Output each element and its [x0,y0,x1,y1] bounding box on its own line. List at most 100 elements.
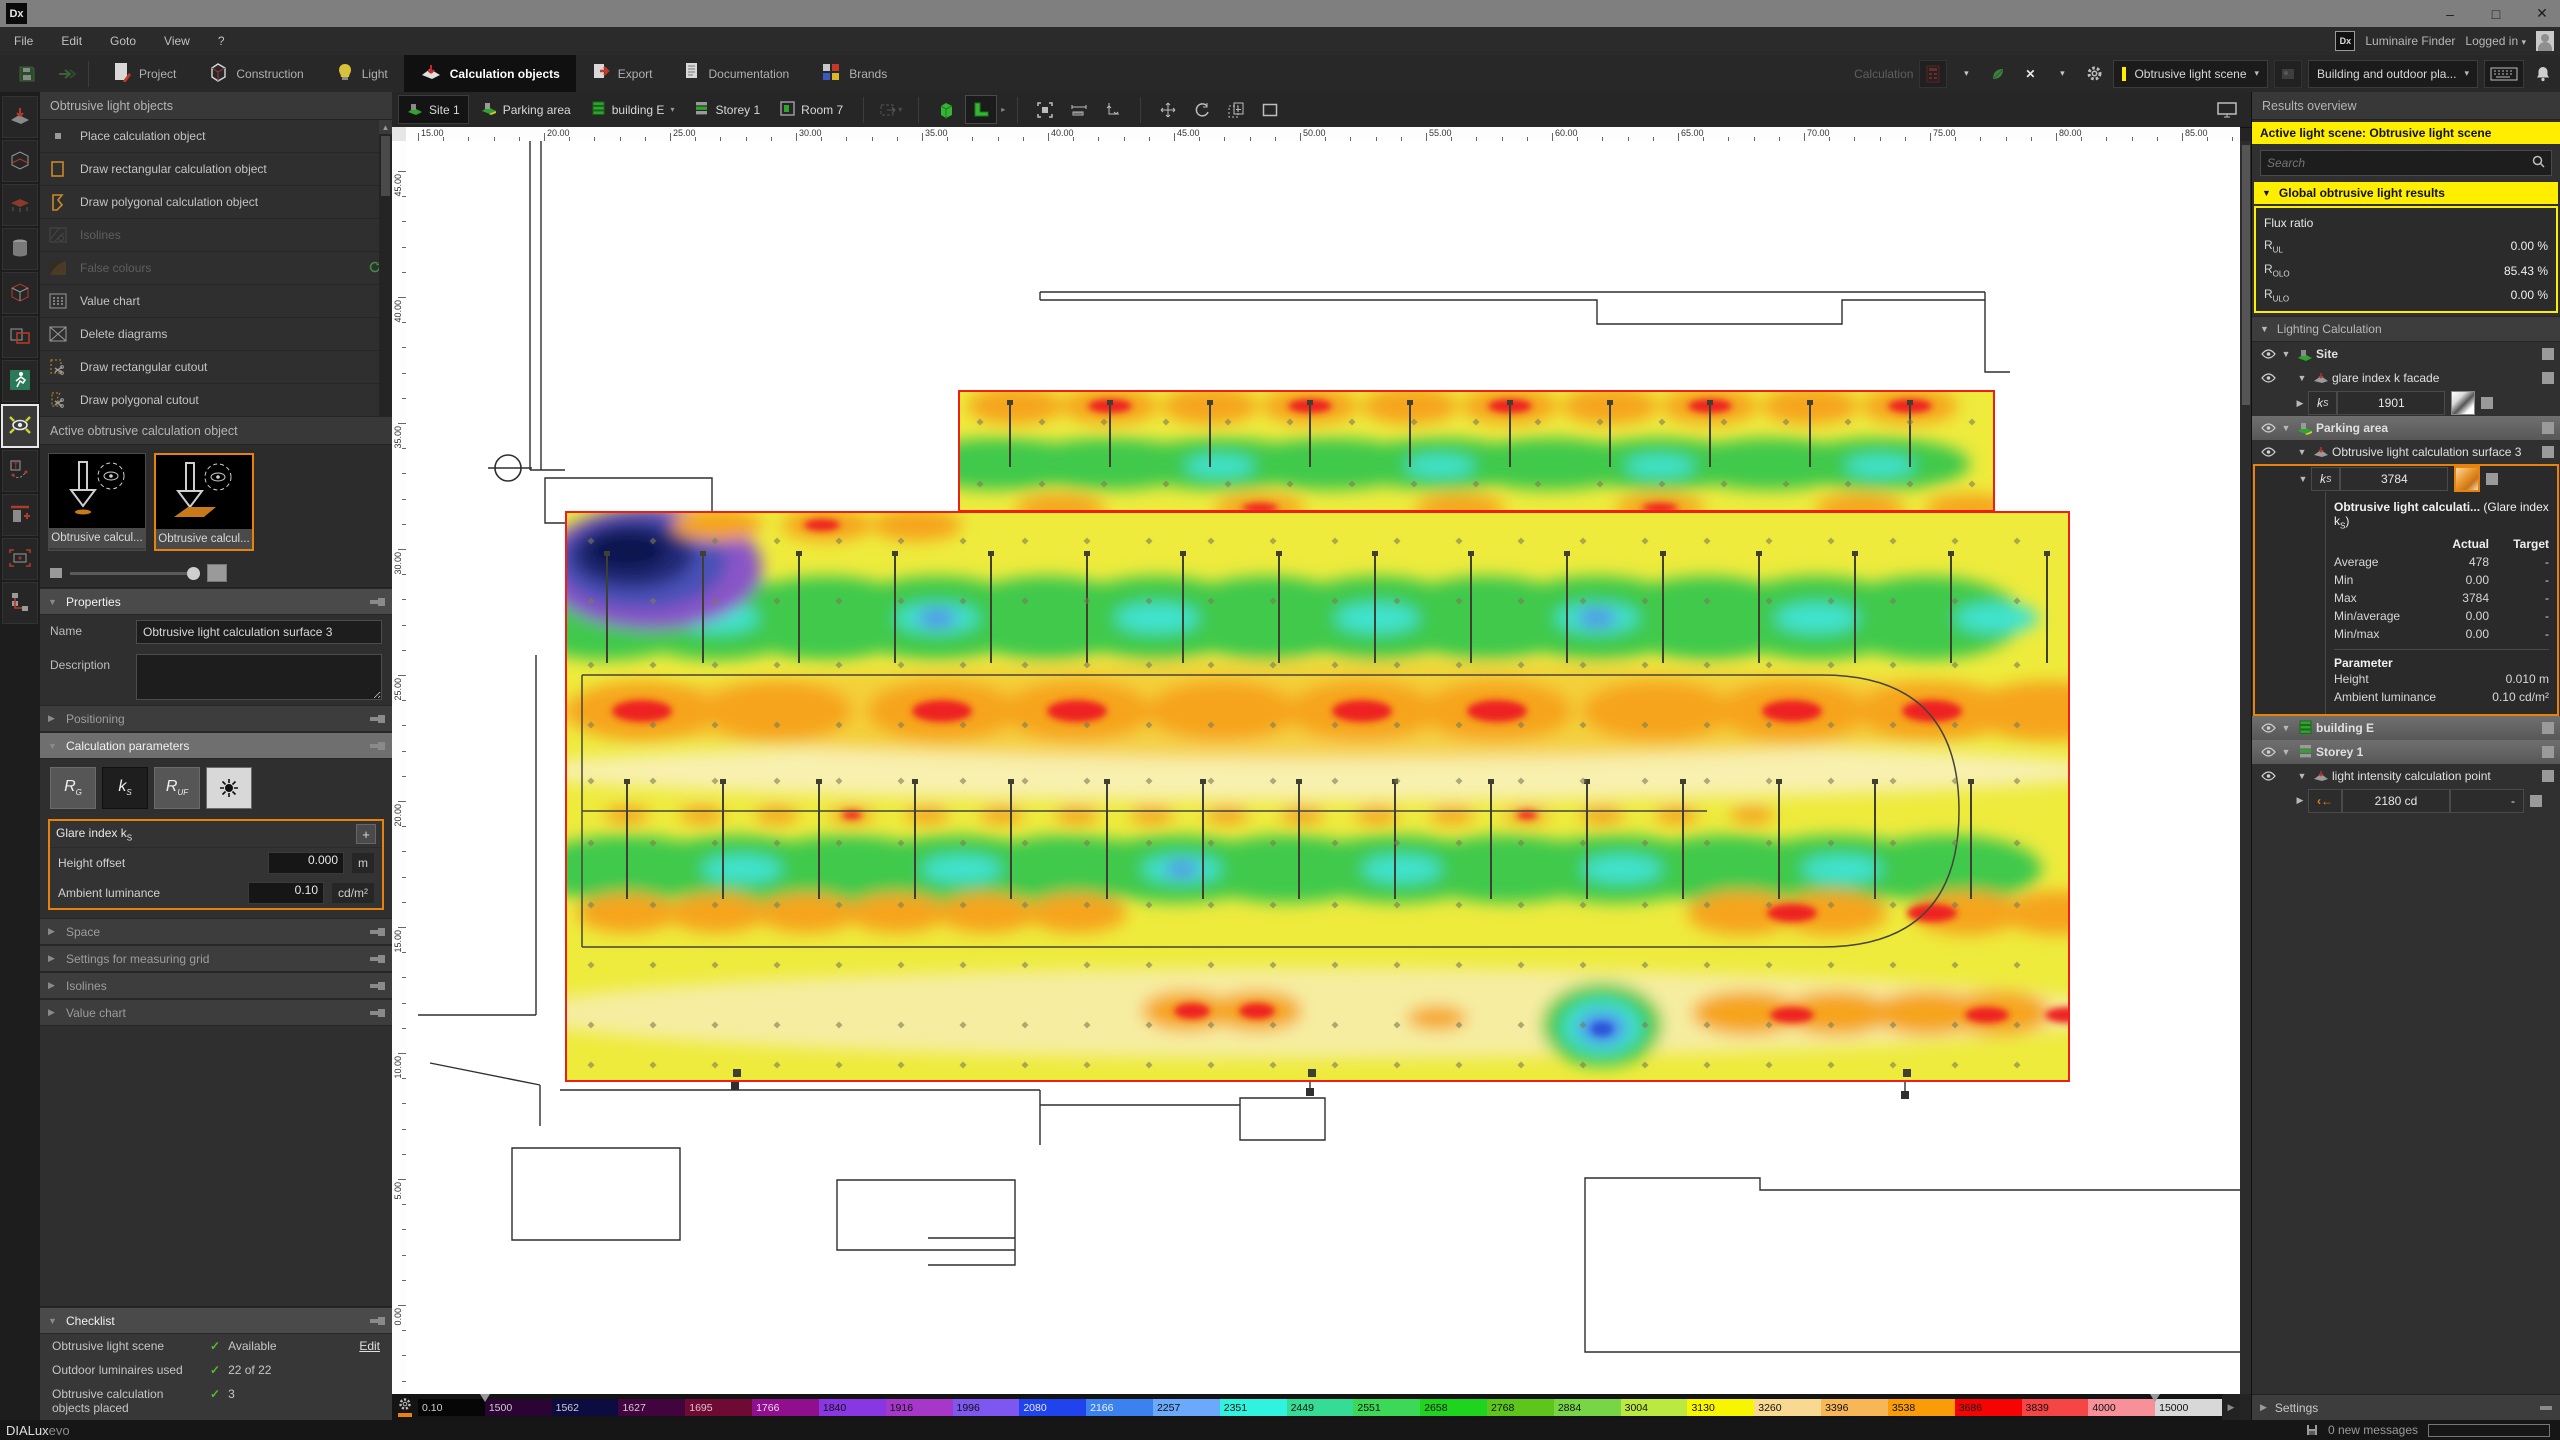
luminaire-finder-link[interactable]: Luminaire Finder [2365,34,2455,48]
tree-row-light-intensity-calculation-point[interactable]: ▼light intensity calculation point [2252,764,2560,788]
scale-segment-1500[interactable]: 1500 [485,1399,552,1416]
calculation-settings-gear-icon[interactable] [2081,61,2107,87]
menu-item-view[interactable]: View [150,34,204,48]
display-checkbox[interactable] [2542,422,2554,434]
glare-observer-tool[interactable] [1,404,39,448]
add-glare-index-button[interactable]: + [356,824,376,844]
isolines-section-header[interactable]: ▶Isolines [40,972,392,999]
space-section-header[interactable]: ▶Space [40,918,392,945]
visibility-eye-icon[interactable] [2258,771,2278,781]
redo-button[interactable] [54,61,80,87]
expand-arrow[interactable]: ▼ [2294,771,2310,781]
capture-region-tool[interactable] [2,538,38,580]
display-monitor-button[interactable] [2212,96,2242,123]
tree-row-site[interactable]: ▼Site [2252,342,2560,366]
hierarchy-tool[interactable] [2,582,38,624]
zoom-fit-button[interactable] [1030,96,1060,123]
plan-view-button[interactable] [965,95,997,124]
tool-draw-rectangular-cutout[interactable]: Draw rectangular cutout [40,351,392,384]
close-button[interactable]: ✕ [2532,5,2552,22]
energy-leaf-icon[interactable] [1985,61,2011,87]
selected-result-block[interactable]: ▼kS3784Obtrusive light calculati... (Gla… [2253,464,2559,715]
selection-tool-button[interactable]: ▾ [876,96,906,123]
menu-item-edit[interactable]: Edit [47,34,96,48]
save-button[interactable] [14,61,40,87]
scale-segment-0.10[interactable]: 0.10 [418,1399,485,1416]
tab-project[interactable]: Project [97,55,192,92]
scale-segment-1562[interactable]: 1562 [552,1399,619,1416]
scale-segment-2080[interactable]: 2080 [1019,1399,1086,1416]
calculation-surface-tool[interactable] [2,96,38,138]
calculation-open-room-tool[interactable] [2,272,38,314]
minimize-button[interactable]: – [2440,6,2460,22]
scale-next-button[interactable]: ▶ [2222,1394,2240,1420]
expand-arrow[interactable]: ▼ [2278,723,2294,733]
scale-segment-3538[interactable]: 3538 [1888,1399,1955,1416]
expand-arrow[interactable]: ▼ [2294,447,2310,457]
results-search-input[interactable] [2261,156,2526,170]
scale-segment-3839[interactable]: 3839 [2022,1399,2089,1416]
light-scene-selector[interactable]: Obtrusive light scene ▾ [2113,60,2268,88]
tool-isolines[interactable]: Isolines [40,219,392,252]
breadcrumb-room-7[interactable]: Room 7 [772,96,851,123]
tree-row-storey-1[interactable]: ▼Storey 1 [2252,740,2560,764]
tab-export[interactable]: Export [576,55,669,92]
expand-arrow[interactable]: ▼ [2278,747,2294,757]
visibility-eye-icon[interactable] [2258,349,2278,359]
height-offset-field[interactable]: 0.000 [268,852,344,874]
text-annotation-tool[interactable]: T [2,450,38,492]
tool-value-chart[interactable]: Value chart [40,285,392,318]
expand-arrow[interactable]: ▼ [2294,373,2310,383]
tab-light[interactable]: Light [320,55,404,92]
tree-row-parking-area[interactable]: ▼Parking area [2252,416,2560,440]
daylight-param-button[interactable] [206,767,252,809]
breadcrumb-parking-area[interactable]: Parking area [473,96,579,123]
heatmap-top-strip[interactable] [958,390,1995,512]
properties-section-header[interactable]: ▼Properties [40,588,392,615]
breadcrumb-storey-1[interactable]: Storey 1 [686,96,768,123]
view-mode-selector[interactable]: Building and outdoor pla... ▾ [2308,60,2478,88]
user-avatar[interactable] [2536,31,2554,51]
add-surface-tool[interactable] [2,494,38,536]
object-thumbnail-2[interactable]: Obtrusive calcul... [154,453,254,551]
tab-construction[interactable]: Construction [192,55,319,92]
scale-segment-2449[interactable]: 2449 [1287,1399,1354,1416]
measuring-grid-section-header[interactable]: ▶Settings for measuring grid [40,945,392,972]
thumbnail-size-slider[interactable] [40,559,392,588]
notifications-bell-icon[interactable] [2530,61,2556,87]
expand-arrow[interactable]: ▶ [2292,398,2308,409]
calculation-furniture-tool[interactable] [2,184,38,226]
scale-min-marker[interactable] [480,1394,490,1402]
lighting-calculation-header[interactable]: ▼Lighting Calculation [2252,316,2560,342]
scale-segment-1840[interactable]: 1840 [819,1399,886,1416]
menu-item-goto[interactable]: Goto [96,34,150,48]
visibility-eye-icon[interactable] [2258,747,2278,757]
result-row-ks-selected[interactable]: ▼kS3784 [2255,466,2557,492]
size-slider-handle[interactable] [187,567,200,580]
scale-segment-2884[interactable]: 2884 [1554,1399,1621,1416]
tab-documentation[interactable]: Documentation [668,55,805,92]
tool-draw-rectangular-calculation-object[interactable]: Draw rectangular calculation object [40,153,392,186]
param-button-rg[interactable]: RG [50,767,96,809]
calculation-room-tool[interactable] [2,140,38,182]
result-row-ks[interactable]: ▶kS1901 [2252,390,2560,416]
param-button-ks[interactable]: kS [102,767,148,809]
scale-segment-3130[interactable]: 3130 [1687,1399,1754,1416]
settings-section-header[interactable]: ▶ Settings [2252,1394,2560,1420]
messages-disk-icon[interactable] [2306,1424,2318,1436]
positioning-section-header[interactable]: ▶Positioning [40,705,392,732]
global-results-header[interactable]: ▼Global obtrusive light results [2254,182,2558,204]
scale-segment-1695[interactable]: 1695 [685,1399,752,1416]
scale-segment-2658[interactable]: 2658 [1420,1399,1487,1416]
scale-segments[interactable]: 0.10150015621627169517661840191619962080… [418,1399,2222,1416]
scale-segment-1627[interactable]: 1627 [618,1399,685,1416]
breadcrumb-site-1[interactable]: Site 1 [398,95,469,124]
display-checkbox[interactable] [2542,722,2554,734]
object-thumbnail-1[interactable]: Obtrusive calcul... [48,453,146,551]
scale-segment-3260[interactable]: 3260 [1754,1399,1821,1416]
result-row-intensity[interactable]: ▶‹←2180 cd- [2252,788,2560,814]
search-icon[interactable] [2526,155,2551,171]
tool-draw-polygonal-cutout[interactable]: Draw polygonal cutout [40,384,392,417]
description-field[interactable] [136,654,382,700]
scale-segment-2768[interactable]: 2768 [1487,1399,1554,1416]
